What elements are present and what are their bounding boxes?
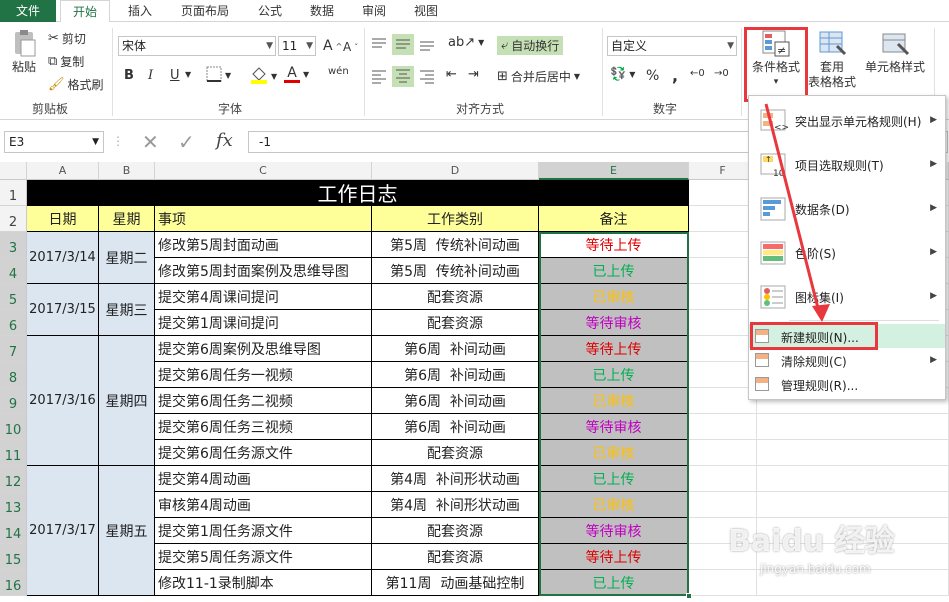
red-arrow — [764, 103, 830, 322]
watermark-url: jingyan.baidu.com — [760, 562, 871, 576]
watermark-logo: Baidu 经验 — [728, 524, 895, 559]
excel-window: 文件 开始 插入 页面布局 公式 数据 审阅 视图 粘贴 ✂ 剪切 ⧉ 复制 🖌 格式… — [0, 0, 949, 602]
